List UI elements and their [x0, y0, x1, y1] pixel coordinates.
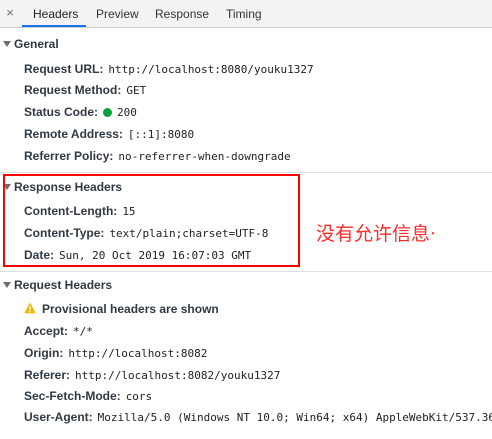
header-key: Sec-Fetch-Mode: — [24, 389, 121, 403]
section-request-headers[interactable]: Request Headers — [3, 278, 112, 292]
expand-triangle-icon[interactable] — [3, 41, 11, 47]
header-value: GET — [126, 84, 147, 97]
header-value: 200 — [117, 106, 137, 119]
general-row-request-url: Request URL: http://localhost:8080/youku1… — [24, 62, 314, 76]
highlight-box — [3, 174, 300, 267]
status-ok-dot-icon — [103, 108, 113, 117]
request-row-accept: Accept: */* — [24, 324, 93, 338]
header-key: Referer: — [24, 368, 71, 382]
general-row-referrer-policy: Referrer Policy: no-referrer-when-downgra… — [24, 149, 291, 163]
header-value: cors — [125, 390, 153, 403]
header-value: [::1]:8080 — [127, 128, 195, 141]
general-row-remote-address: Remote Address: [::1]:8080 — [24, 127, 194, 141]
header-key: Status Code: — [24, 105, 99, 119]
header-key: Request URL: — [24, 62, 104, 76]
provisional-warning-text: Provisional headers are shown — [42, 302, 219, 316]
active-tab-indicator — [22, 25, 86, 27]
close-icon[interactable]: × — [4, 6, 16, 19]
expand-triangle-icon[interactable] — [3, 282, 11, 288]
provisional-warning: Provisional headers are shown — [24, 302, 219, 316]
request-row-user-agent: User-Agent: Mozilla/5.0 (Windows NT 10.0;… — [24, 410, 492, 424]
request-row-sec-fetch-mode: Sec-Fetch-Mode: cors — [24, 389, 152, 403]
request-row-referer: Referer: http://localhost:8082/youku1327 — [24, 368, 280, 382]
header-key: Remote Address: — [24, 127, 123, 141]
tab-response[interactable]: Response — [155, 7, 209, 21]
header-key: Origin: — [24, 346, 64, 360]
header-key: User-Agent: — [24, 410, 93, 424]
section-divider — [0, 271, 492, 272]
tab-timing[interactable]: Timing — [226, 7, 262, 21]
request-row-origin: Origin: http://localhost:8082 — [24, 346, 207, 360]
tab-preview[interactable]: Preview — [96, 7, 139, 21]
header-key: Request Method: — [24, 83, 122, 97]
warning-icon — [24, 302, 36, 314]
section-divider — [0, 172, 492, 173]
section-general[interactable]: General — [3, 37, 59, 51]
header-value: Mozilla/5.0 (Windows NT 10.0; Win64; x64… — [97, 411, 492, 424]
header-value: http://localhost:8082 — [68, 347, 208, 360]
tab-headers[interactable]: Headers — [33, 7, 78, 21]
header-value: */* — [73, 325, 93, 338]
header-key: Accept: — [24, 324, 69, 338]
header-value: http://localhost:8080/youku1327 — [108, 63, 314, 76]
general-row-status-code: Status Code: 200 — [24, 105, 137, 119]
section-general-title: General — [14, 37, 59, 51]
devtools-tab-bar: × Headers Preview Response Timing — [0, 0, 492, 28]
header-value: no-referrer-when-downgrade — [118, 150, 291, 163]
header-key: Referrer Policy: — [24, 149, 114, 163]
section-request-headers-title: Request Headers — [14, 278, 113, 292]
general-row-request-method: Request Method: GET — [24, 83, 146, 97]
header-value: http://localhost:8082/youku1327 — [75, 369, 281, 382]
annotation-text: 没有允许信息· — [316, 223, 437, 245]
